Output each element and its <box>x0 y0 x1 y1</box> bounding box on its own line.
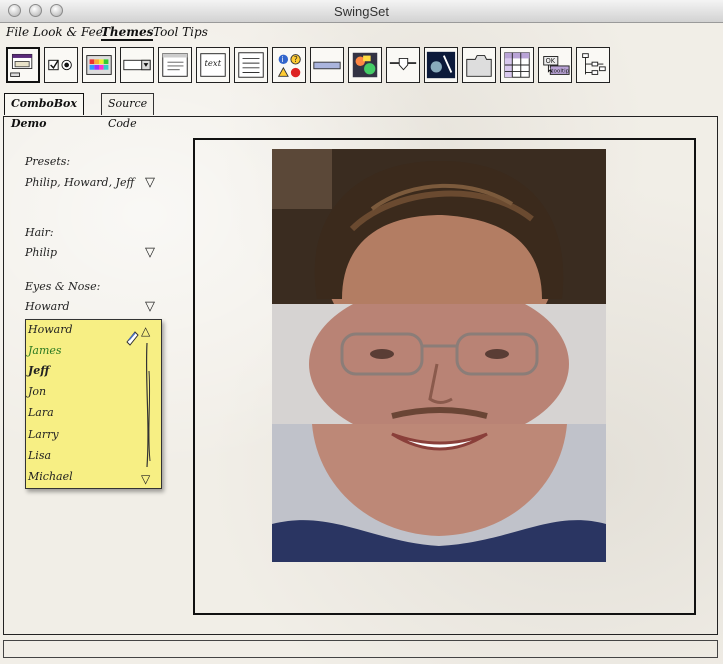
chevron-down-icon: ▽ <box>145 245 155 260</box>
tabbed-pane-demo-button[interactable] <box>462 47 496 83</box>
slider-demo-button[interactable] <box>386 47 420 83</box>
combobox-icon <box>123 59 151 71</box>
tooltip-icon: OK tooltip <box>543 56 570 75</box>
color-chooser-demo-button[interactable] <box>82 47 116 83</box>
hair-combobox[interactable]: Philip ▽ <box>25 245 160 262</box>
file-chooser-icon <box>162 53 188 77</box>
tooltip-demo-button[interactable]: OK tooltip <box>538 47 572 83</box>
window-title: SwingSet <box>334 4 389 19</box>
tree-icon <box>582 53 606 75</box>
list-item[interactable]: Larry <box>28 426 59 444</box>
editor-pane-icon-text: text <box>205 58 222 68</box>
tabbed-pane-icon <box>466 55 492 77</box>
tree-demo-button[interactable] <box>576 47 610 83</box>
split-pane-icon <box>426 51 456 79</box>
list-item[interactable]: Michael <box>28 468 73 486</box>
tab-combobox-demo[interactable]: ComboBox Demo <box>4 93 84 130</box>
chevron-down-icon: ▽ <box>145 175 155 190</box>
tooltip-icon-tooltip-text: tooltip <box>551 69 569 75</box>
scrollbar-thumb[interactable] <box>143 341 153 469</box>
presets-combobox[interactable]: Philip, Howard, Jeff ▽ <box>25 175 160 192</box>
chevron-down-icon: ▽ <box>145 299 155 314</box>
eyes-nose-dropdown-list[interactable]: Howard James Jeff Jon Lara Larry Lisa Mi… <box>25 319 162 489</box>
svg-text:?: ? <box>294 55 298 64</box>
list-item[interactable]: Lisa <box>28 447 51 465</box>
progress-bar-demo-button[interactable] <box>310 47 344 83</box>
tab-source-code[interactable]: Source Code <box>101 93 155 130</box>
eyes-nose-value: Howard <box>25 300 70 313</box>
eyes-nose-image-strip <box>272 284 606 444</box>
menubar: File Look & Feel Themes Tool Tips <box>0 22 723 44</box>
scroll-pane-demo-button[interactable] <box>348 47 382 83</box>
scroll-pane-icon <box>352 52 378 78</box>
dropdown-scrollbar[interactable]: △ ▽ <box>141 324 155 486</box>
presets-value: Philip, Howard, Jeff <box>25 176 135 189</box>
hair-value: Philip <box>25 246 58 259</box>
editor-pane-demo-button[interactable]: text <box>196 47 230 83</box>
status-bar <box>3 640 718 658</box>
hair-label: Hair: <box>25 226 54 239</box>
hair-image-strip <box>272 149 606 359</box>
table-icon <box>504 52 530 78</box>
presets-label: Presets: <box>25 155 71 168</box>
scroll-up-icon[interactable]: △ <box>141 324 150 338</box>
hair-photo <box>272 149 606 359</box>
list-item[interactable]: Jeff <box>28 362 49 380</box>
list-item[interactable]: Jon <box>28 383 46 401</box>
option-pane-demo-button[interactable]: i? <box>272 47 306 83</box>
internal-frame-icon <box>10 53 33 77</box>
option-pane-icon: i? <box>277 54 301 78</box>
mouth-photo <box>272 424 606 562</box>
list-demo-button[interactable] <box>234 47 268 83</box>
progress-bar-icon <box>313 61 341 70</box>
menu-themes[interactable]: Themes <box>101 25 154 41</box>
menu-look-and-feel[interactable]: Look & Feel <box>33 25 107 39</box>
internal-frame-demo-button[interactable] <box>6 47 40 83</box>
list-icon <box>238 52 264 78</box>
checkbox-radio-icon <box>48 59 72 71</box>
eyes-nose-label: Eyes & Nose: <box>25 280 101 293</box>
file-chooser-demo-button[interactable] <box>158 47 192 83</box>
slider-icon <box>389 57 417 71</box>
color-chooser-icon <box>86 55 112 75</box>
combobox-demo-button[interactable] <box>120 47 154 83</box>
table-demo-button[interactable] <box>500 47 534 83</box>
list-item[interactable]: Lara <box>28 404 54 422</box>
menu-file[interactable]: File <box>6 25 29 39</box>
eyes-nose-combobox[interactable]: Howard ▽ <box>25 299 160 316</box>
tooltip-icon-ok-text: OK <box>546 57 556 65</box>
composite-face-image <box>272 149 606 562</box>
svg-text:i: i <box>281 55 283 64</box>
eyes-photo <box>272 284 606 444</box>
window-titlebar[interactable]: SwingSet <box>0 0 723 23</box>
list-item[interactable]: Howard <box>28 321 73 339</box>
list-item[interactable]: James <box>28 342 62 360</box>
editor-pane-icon: text <box>200 53 226 77</box>
menu-tool-tips[interactable]: Tool Tips <box>153 25 208 39</box>
pointer-cursor-icon <box>126 331 139 346</box>
split-pane-demo-button[interactable] <box>424 47 458 83</box>
checkbox-radio-demo-button[interactable] <box>44 47 78 83</box>
scroll-down-icon[interactable]: ▽ <box>141 472 150 486</box>
mouth-image-strip <box>272 424 606 562</box>
